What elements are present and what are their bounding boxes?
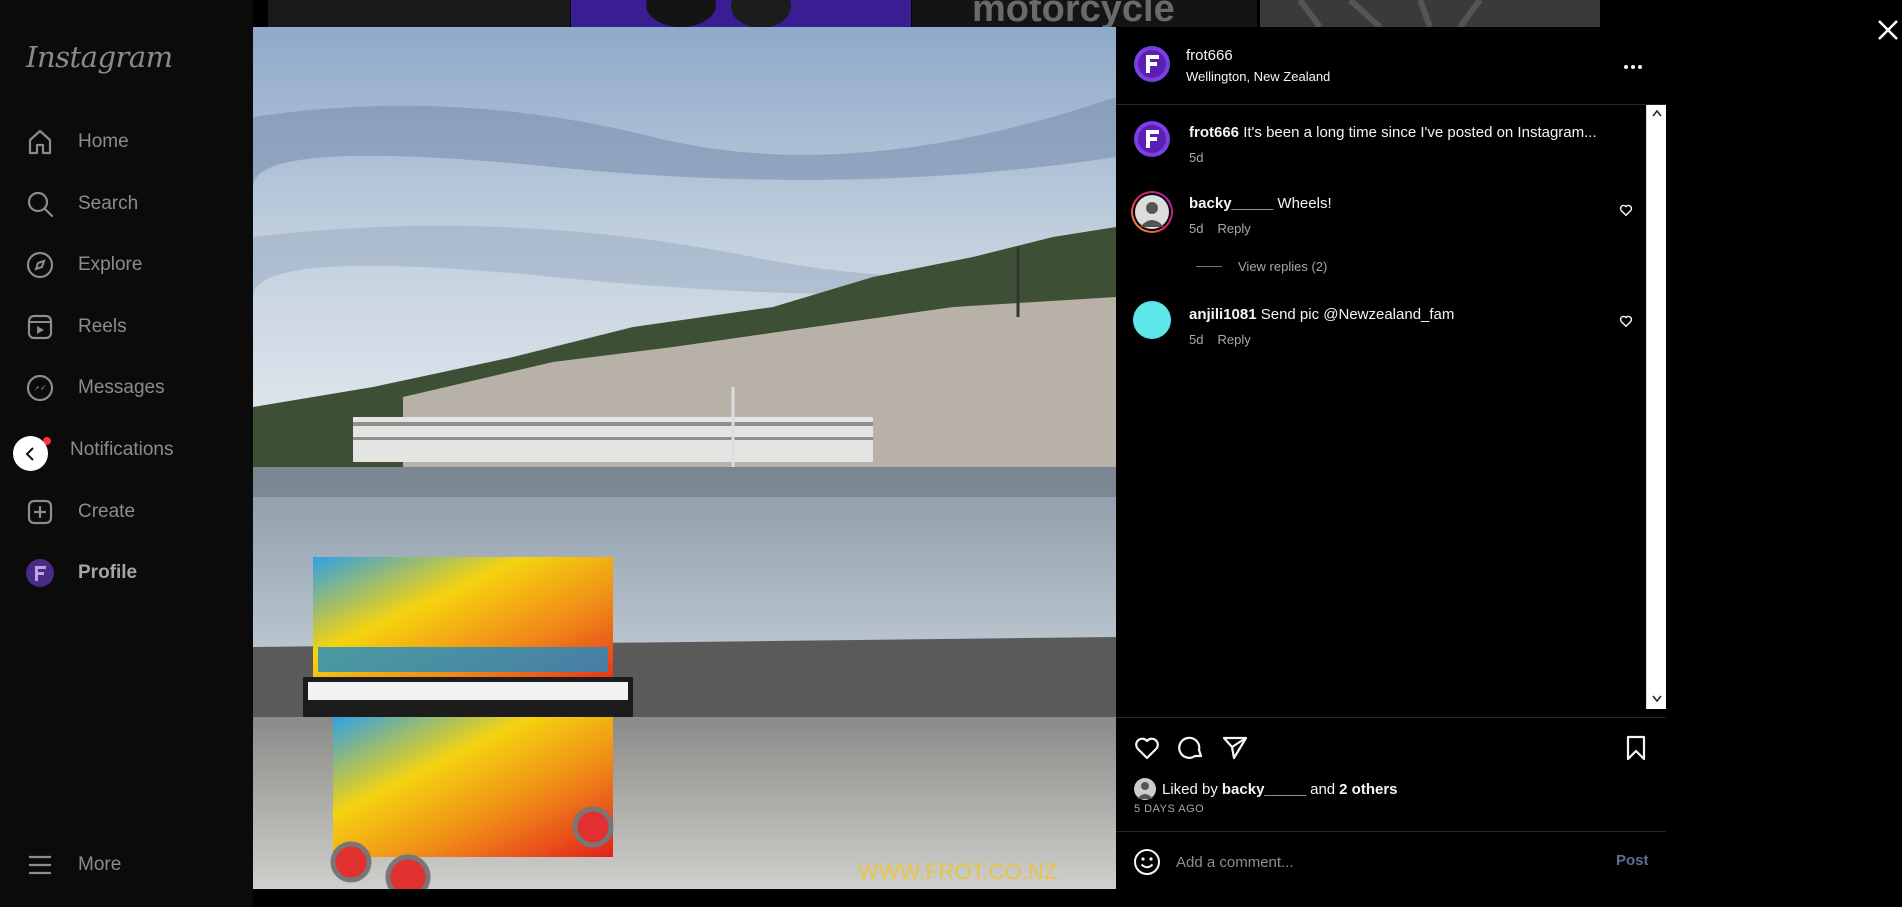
- background-thumbnail: motorcycle: [912, 0, 1257, 27]
- comment-time[interactable]: 5d: [1189, 221, 1203, 236]
- like-comment-button[interactable]: [1619, 203, 1633, 217]
- comment-item: backy_____ Wheels! 5d Reply View replies…: [1116, 175, 1646, 285]
- reply-thread-line: [1196, 266, 1222, 267]
- sidebar-item-label: Create: [78, 501, 136, 522]
- save-button[interactable]: [1622, 734, 1650, 762]
- comment-text: Send pic @Newzealand_fam: [1260, 306, 1455, 323]
- caption-username[interactable]: frot666: [1189, 124, 1239, 141]
- comment-icon: [1178, 736, 1203, 759]
- comment-input[interactable]: [1176, 850, 1556, 874]
- sidebar-item-messages[interactable]: Messages: [24, 368, 165, 408]
- reels-icon: [24, 311, 56, 343]
- sidebar-item-label: Home: [78, 131, 129, 152]
- more-options-button[interactable]: [1621, 55, 1645, 79]
- post-header: frot666 Wellington, New Zealand: [1116, 27, 1666, 105]
- reply-button[interactable]: Reply: [1217, 332, 1250, 347]
- background-thumbnail: [268, 0, 570, 27]
- photo-watermark: WWW.FROT.CO.NZ: [858, 859, 1057, 884]
- comment-text: Wheels!: [1277, 195, 1332, 212]
- heart-icon: [1135, 737, 1159, 760]
- liker-username[interactable]: backy_____: [1222, 781, 1306, 798]
- home-icon: [24, 126, 56, 158]
- background-thumbnail-text: motorcycle: [972, 0, 1175, 27]
- messenger-icon: [24, 372, 56, 404]
- emoji-icon: [1134, 849, 1160, 875]
- more-horizontal-icon: [1624, 65, 1642, 69]
- add-comment-bar: Post: [1116, 831, 1666, 889]
- heart-icon: [1619, 315, 1633, 328]
- liker-avatar[interactable]: [1134, 778, 1156, 800]
- likes-summary: Liked by backy_____ and 2 others: [1134, 778, 1402, 800]
- hamburger-icon: [24, 849, 56, 881]
- comments-list: frot666 It's been a long time since I've…: [1116, 105, 1666, 717]
- search-icon: [24, 188, 56, 220]
- post-actions: [1116, 717, 1666, 772]
- instagram-logo[interactable]: Instagram: [26, 40, 173, 74]
- sidebar-item-label: Messages: [78, 377, 165, 398]
- like-button[interactable]: [1133, 734, 1161, 762]
- sidebar-item-label: Search: [78, 193, 139, 214]
- comments-scrollbar[interactable]: [1646, 105, 1666, 709]
- post-location[interactable]: Wellington, New Zealand: [1186, 69, 1330, 84]
- post-detail-panel: frot666 Wellington, New Zealand frot666 …: [1116, 27, 1666, 889]
- author-username[interactable]: frot666: [1186, 47, 1233, 64]
- compass-icon: [24, 249, 56, 281]
- sidebar-item-search[interactable]: Search: [24, 184, 138, 224]
- likes-prefix: Liked by: [1162, 780, 1218, 798]
- sidebar-item-notifications[interactable]: Notifications: [70, 430, 174, 470]
- post-image[interactable]: WWW.FROT.CO.NZ: [253, 27, 1116, 889]
- sidebar-item-label: Profile: [78, 562, 138, 583]
- share-button[interactable]: [1221, 734, 1249, 762]
- plus-square-icon: [24, 496, 56, 528]
- likes-others-link[interactable]: 2 others: [1339, 781, 1397, 798]
- sidebar-item-label: Reels: [78, 316, 127, 337]
- paper-plane-icon: [1222, 736, 1248, 760]
- author-avatar[interactable]: [1133, 45, 1171, 83]
- view-replies-label: View replies (2): [1238, 259, 1328, 274]
- sidebar-item-label: Notifications: [70, 439, 174, 460]
- bookmark-icon: [1626, 735, 1646, 761]
- sidebar-item-create[interactable]: Create: [24, 492, 135, 532]
- comment-username[interactable]: anjili1081: [1189, 306, 1257, 323]
- background-thumbnail: [571, 0, 911, 28]
- sidebar-item-more[interactable]: More: [24, 845, 121, 885]
- avatar: [24, 557, 56, 589]
- caption-row: frot666 It's been a long time since I've…: [1116, 105, 1646, 175]
- background-thumbnail: [1260, 0, 1600, 30]
- sidebar-item-profile[interactable]: Profile: [24, 553, 137, 593]
- chevron-left-icon: [25, 446, 34, 461]
- author-avatar[interactable]: [1133, 120, 1171, 158]
- comment-time[interactable]: 5d: [1189, 332, 1203, 347]
- sidebar-item-label: More: [78, 854, 122, 875]
- caption-text: It's been a long time since I've posted …: [1243, 124, 1597, 141]
- close-icon: [1878, 20, 1898, 40]
- caption-time[interactable]: 5d: [1189, 150, 1203, 165]
- comment-username[interactable]: backy_____: [1189, 195, 1273, 212]
- comment-button[interactable]: [1177, 734, 1205, 762]
- sidebar-item-reels[interactable]: Reels: [24, 307, 127, 347]
- scroll-down-icon[interactable]: [1652, 693, 1662, 703]
- sidebar-item-explore[interactable]: Explore: [24, 245, 142, 285]
- close-button[interactable]: [1874, 16, 1902, 44]
- post-date[interactable]: 5 DAYS AGO: [1134, 803, 1204, 815]
- heart-icon: [1619, 204, 1633, 217]
- like-comment-button[interactable]: [1619, 314, 1633, 328]
- likes-joiner: and: [1310, 780, 1336, 798]
- sidebar-item-label: Explore: [78, 254, 143, 275]
- carousel-prev-button[interactable]: [13, 436, 48, 471]
- commenter-avatar[interactable]: [1131, 191, 1173, 233]
- reply-button[interactable]: Reply: [1217, 221, 1250, 236]
- view-replies-button[interactable]: View replies (2): [1196, 259, 1327, 274]
- post-comment-button[interactable]: Post: [1616, 852, 1649, 869]
- scroll-up-icon[interactable]: [1652, 109, 1662, 119]
- profile-photo: [1135, 195, 1169, 229]
- emoji-button[interactable]: [1133, 848, 1161, 876]
- comment-item: anjili1081 Send pic @Newzealand_fam 5d R…: [1116, 285, 1646, 355]
- commenter-avatar[interactable]: [1133, 301, 1171, 339]
- sidebar-item-home[interactable]: Home: [24, 122, 129, 162]
